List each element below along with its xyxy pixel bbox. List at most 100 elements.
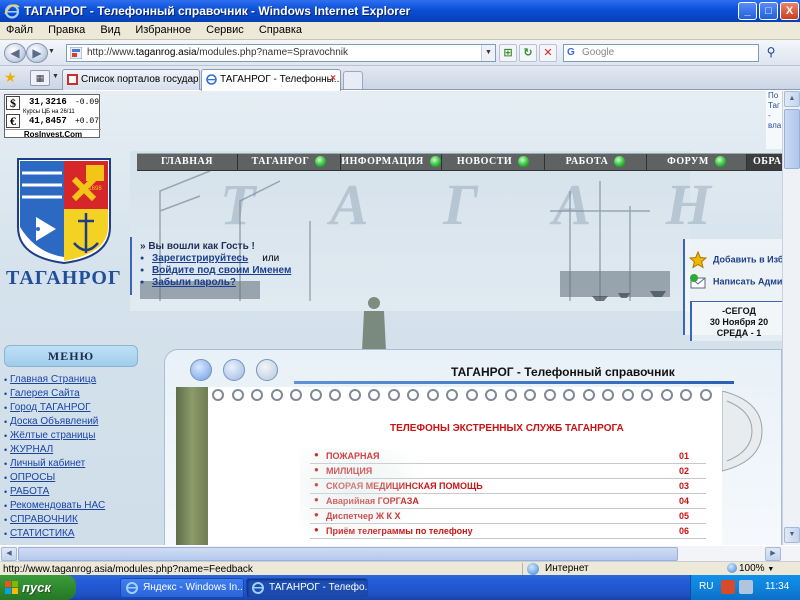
nav-label: ФОРУМ [667,156,709,167]
menu-link-journal[interactable]: ЖУРНАЛ [10,444,53,455]
zoom-control[interactable]: 100% ▼ [727,563,774,574]
favorites-star-icon[interactable]: ★ [4,70,17,84]
signin-link[interactable]: Войдите под своим Именем [152,265,291,276]
tab-close-icon[interactable]: × [330,73,336,84]
notebook-ring [602,389,614,401]
quick-tabs-button[interactable]: ▦ [30,70,50,86]
add-favorites-label: Добавить в Избр [713,254,782,265]
scroll-thumb[interactable] [784,109,800,169]
notebook-ring [212,389,224,401]
menu-link-city[interactable]: Город ТАГАНРОГ [10,402,91,413]
notebook-ring [309,389,322,401]
menu-link-polls[interactable]: ОПРОСЫ [10,472,55,483]
nav-taganrog[interactable]: ТАГАНРОГ [238,154,341,170]
phone-number: 03 [679,481,690,491]
new-tab-button[interactable] [343,71,363,89]
add-favorites-link[interactable]: Добавить в Избр [689,251,782,269]
language-indicator[interactable]: RU [699,581,713,592]
nav-forum[interactable]: ФОРУМ [647,154,747,170]
address-toolbar: ◀ ▶ ▼ http://www.taganrog.asia/modules.p… [0,40,800,66]
search-button[interactable]: ⚲ [762,44,780,62]
menu-link-account[interactable]: Личный кабинет [10,458,85,469]
menu-link-gallery[interactable]: Галерея Сайта [10,388,80,399]
nav-news[interactable]: НОВОСТИ [442,154,545,170]
login-item: Войдите под своим Именем [140,265,291,277]
menu-tools[interactable]: Сервис [200,22,250,36]
taskbar-item-yandex[interactable]: Яндекс - Windows In... [120,578,244,598]
scroll-down-icon[interactable]: ▼ [784,527,800,543]
windows-flag-icon [5,581,18,594]
menu-item: ЖУРНАЛ [4,443,130,457]
phone-number: 05 [679,511,690,521]
tray-app-icon[interactable] [721,580,735,594]
menu-favorites[interactable]: Избранное [129,22,197,36]
nav-home[interactable]: ГЛАВНАЯ [137,154,238,170]
h-scroll-thumb[interactable] [18,547,678,561]
tab-portals[interactable]: Список порталов государс... [62,69,200,90]
green-gem-icon [315,156,327,168]
volume-icon[interactable] [739,580,753,594]
menu-link-home[interactable]: Главная Страница [10,374,96,385]
nav-label: НОВОСТИ [456,156,513,167]
back-round-icon[interactable] [190,359,212,381]
nav-label: ИНФОРМАЦИЯ [341,156,424,167]
notebook-ring [426,389,439,401]
user-mail-icon[interactable] [256,359,279,381]
forgot-password-link[interactable]: Забыли пароль? [152,277,236,288]
menu-link-yellow-pages[interactable]: Жёлтые страницы [10,430,95,441]
comment-icon[interactable] [223,359,246,381]
address-dropdown-icon[interactable]: ▼ [481,45,495,61]
minimize-button[interactable]: _ [738,2,757,20]
scroll-left-icon[interactable]: ◀ [1,547,17,561]
start-button[interactable]: пуск [0,575,76,600]
top-right-clipped-widget[interactable]: По Таг - вла [766,91,782,149]
close-button[interactable]: X [780,2,799,20]
maximize-button[interactable]: □ [759,2,778,20]
zoom-dropdown-icon[interactable]: ▼ [767,566,774,573]
nav-work[interactable]: РАБОТА [545,154,647,170]
menu-link-ads[interactable]: Доска Объявлений [10,416,98,427]
register-link[interactable]: Зарегистрируйтесь [152,253,248,264]
phone-number: 02 [679,466,690,476]
menu-link-recommend[interactable]: Рекомендовать НАС [10,500,105,511]
menu-link-stats[interactable]: СТАТИСТИКА [10,528,75,539]
arms-year: 1698 [88,186,102,192]
menu-link-work[interactable]: РАБОТА [10,486,49,497]
menu-help[interactable]: Справка [253,22,308,36]
site-logo-title[interactable]: ТАГАНРОГ [6,267,122,290]
notebook-ring [582,389,595,401]
taskbar-item-taganrog[interactable]: ТАГАНРОГ - Телефо... [246,578,368,598]
nav-label: ТАГАНРОГ [251,156,310,167]
back-button[interactable]: ◀ [4,43,26,63]
menu-edit[interactable]: Правка [42,22,91,36]
nav-feedback[interactable]: ОБРА [747,154,782,170]
menu-view[interactable]: Вид [94,22,126,36]
vertical-scrollbar[interactable]: ▲ ▼ [782,91,800,545]
scroll-up-icon[interactable]: ▲ [784,91,800,107]
menu-file[interactable]: Файл [0,22,39,36]
menu-item: Доска Объявлений [4,415,130,429]
address-field[interactable]: http://www.taganrog.asia/modules.php?nam… [66,44,496,62]
tab-taganrog[interactable]: ТАГАНРОГ - Телефонны... × [201,69,341,91]
rosinvest-link[interactable]: RosInvest.Com [5,129,101,139]
tab-list-dropdown-icon[interactable]: ▼ [52,73,59,80]
currency-rates-widget[interactable]: $ 31,3216 -0.09 Курсы ЦБ на 26/11 € 41,8… [4,94,101,139]
tab-label: Список порталов государс... [81,74,200,85]
refresh-button[interactable]: ↻ [519,44,537,62]
nav-information[interactable]: ИНФОРМАЦИЯ [341,154,442,170]
scroll-right-icon[interactable]: ▶ [765,547,781,561]
forward-button[interactable]: ▶ [26,43,48,63]
search-field[interactable]: G Google [563,44,759,62]
clip-line: - [768,111,771,120]
horizontal-scrollbar[interactable]: ◀ ▶ [0,546,800,562]
security-zone[interactable]: Интернет [522,563,692,575]
phone-row: ● Аварийная ГОРГАЗА 04 [310,494,706,509]
menu-link-directory[interactable]: СПРАВОЧНИК [10,514,78,525]
compatibility-view-button[interactable]: ⊞ [499,44,517,62]
stop-button[interactable]: ✕ [539,44,557,62]
notebook-ring [446,389,458,401]
write-admin-link[interactable]: Написать Админ [689,273,782,291]
history-dropdown-icon[interactable]: ▼ [48,48,55,55]
nav-label: ОБРА [753,156,782,167]
notebook-ring [231,389,244,401]
